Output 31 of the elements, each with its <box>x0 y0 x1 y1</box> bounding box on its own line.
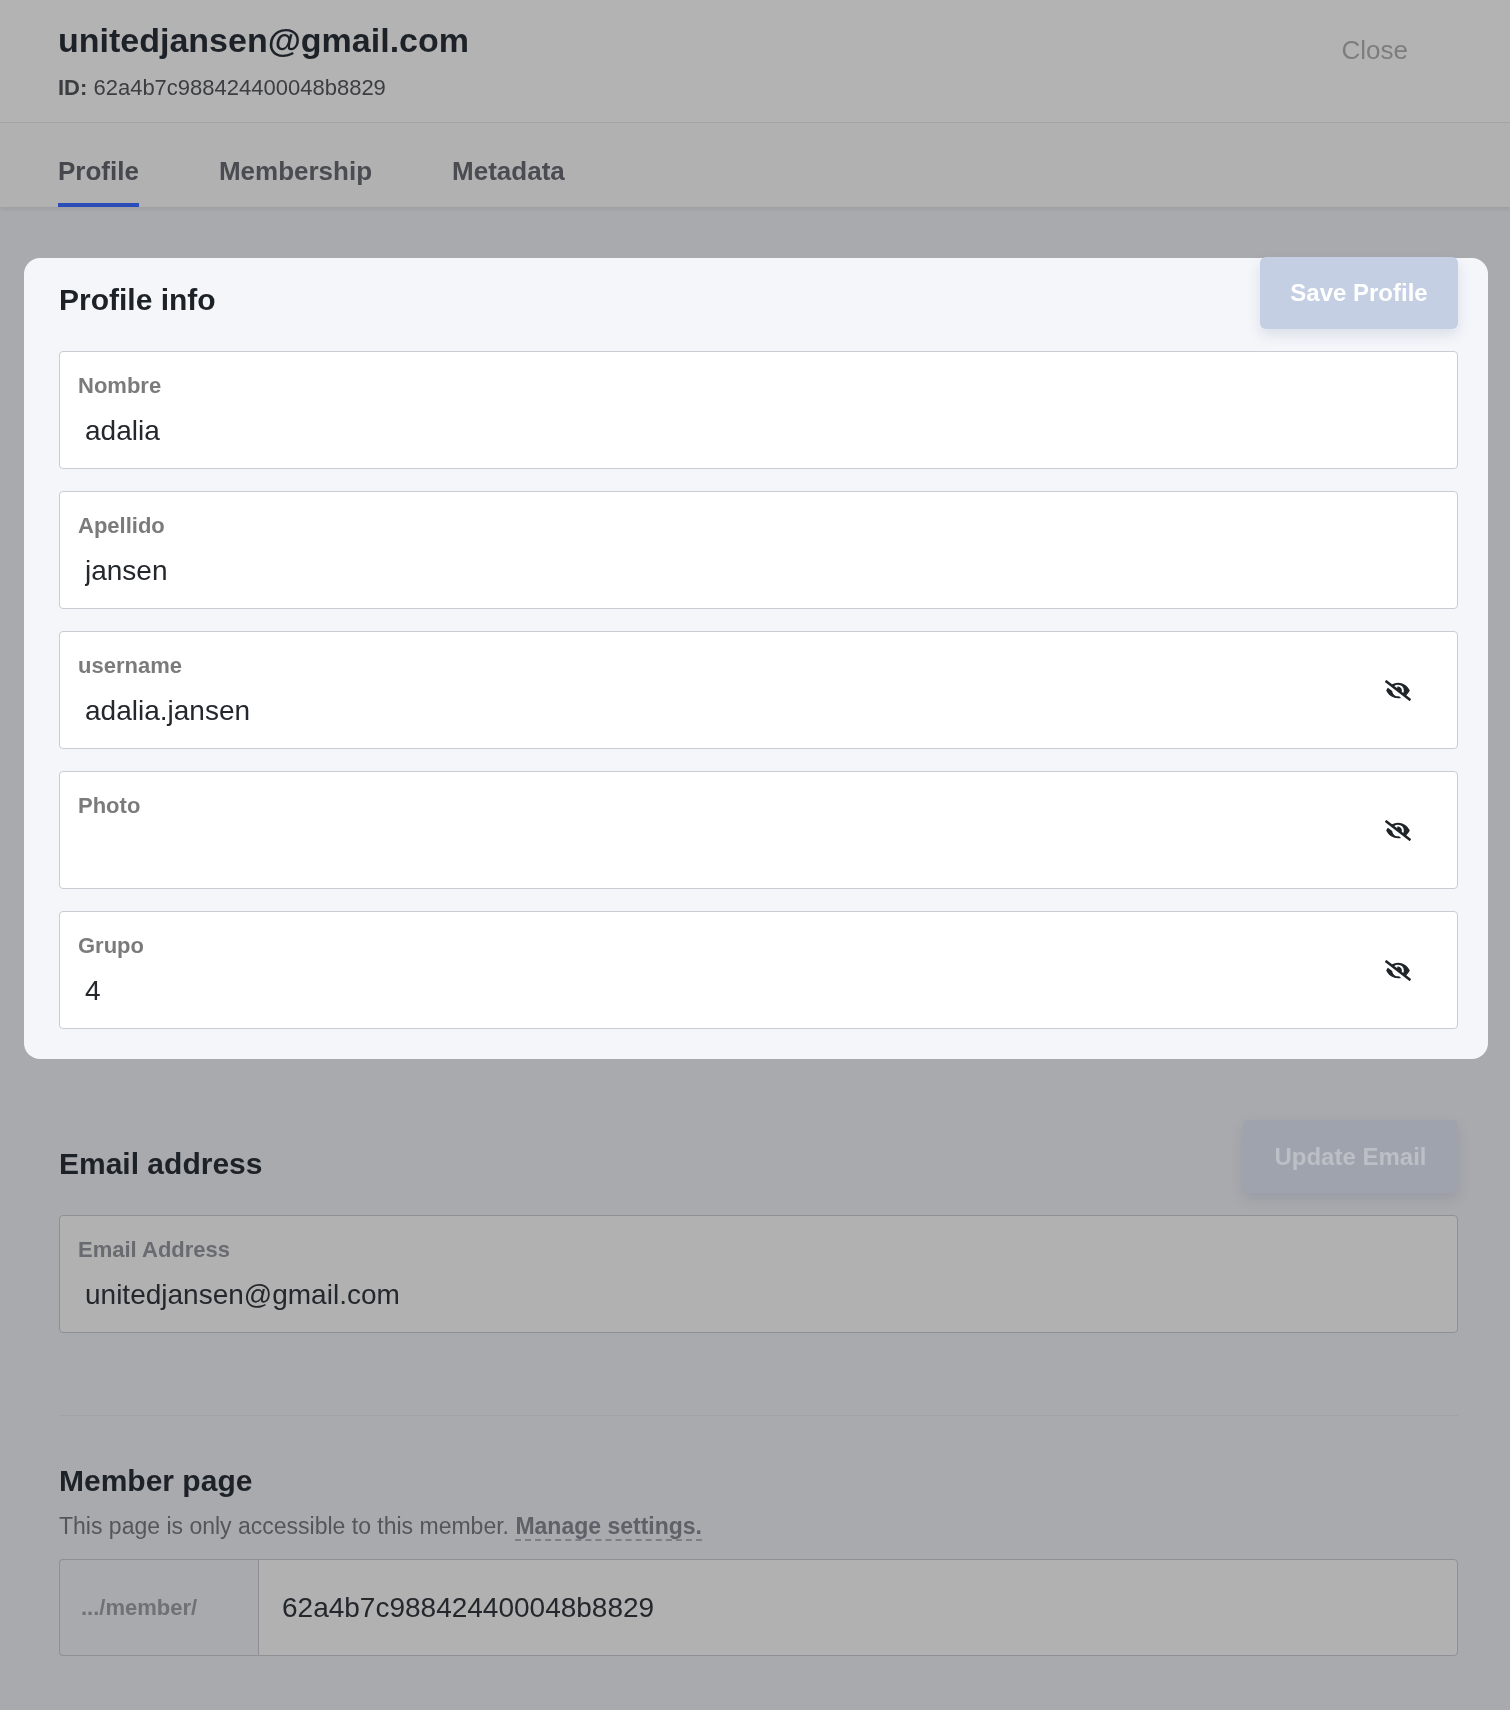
member-page-description: This page is only accessible to this member. Manage settings. <box>59 1512 702 1541</box>
section-heading: Profile info <box>59 282 216 318</box>
field-label: Email Address <box>78 1236 231 1264</box>
section-heading: Member page <box>59 1463 253 1499</box>
text-input[interactable]: 4 <box>85 974 1327 1008</box>
text-field[interactable]: Apellido jansen <box>59 491 1458 609</box>
text-input[interactable]: unitedjansen@gmail.com <box>85 1278 1352 1312</box>
text-input[interactable]: jansen <box>85 554 1352 588</box>
tab[interactable]: Metadata <box>452 123 565 207</box>
text-field[interactable]: Photo <box>59 771 1458 889</box>
member-url-input[interactable]: 62a4b7c988424400048b8829 <box>258 1559 1458 1656</box>
section-heading: Email address <box>59 1145 263 1182</box>
tab[interactable]: Membership <box>218 123 373 207</box>
text-input[interactable]: adalia <box>85 414 1352 448</box>
field-label: Nombre <box>78 372 162 400</box>
text-field[interactable]: Email Address unitedjansen@gmail.com <box>59 1215 1458 1333</box>
field-label: Photo <box>78 792 141 820</box>
text-field[interactable]: Grupo 4 <box>59 911 1458 1029</box>
field-label: username <box>78 652 182 680</box>
tab[interactable]: Profile <box>58 123 139 207</box>
eye-slash-icon[interactable] <box>1385 819 1411 841</box>
field-label: Apellido <box>78 512 165 540</box>
member-id: ID: 62a4b7c988424400048b8829 <box>58 74 386 102</box>
member-email-title: unitedjansen@gmail.com <box>58 20 469 60</box>
text-field[interactable]: username adalia.jansen <box>59 631 1458 749</box>
field-label: Grupo <box>78 932 144 960</box>
text-field[interactable]: Nombre adalia <box>59 351 1458 469</box>
text-input[interactable]: adalia.jansen <box>85 694 1327 728</box>
eye-slash-icon[interactable] <box>1385 679 1411 701</box>
eye-slash-icon[interactable] <box>1385 959 1411 981</box>
url-prefix: .../member/ <box>59 1559 258 1656</box>
